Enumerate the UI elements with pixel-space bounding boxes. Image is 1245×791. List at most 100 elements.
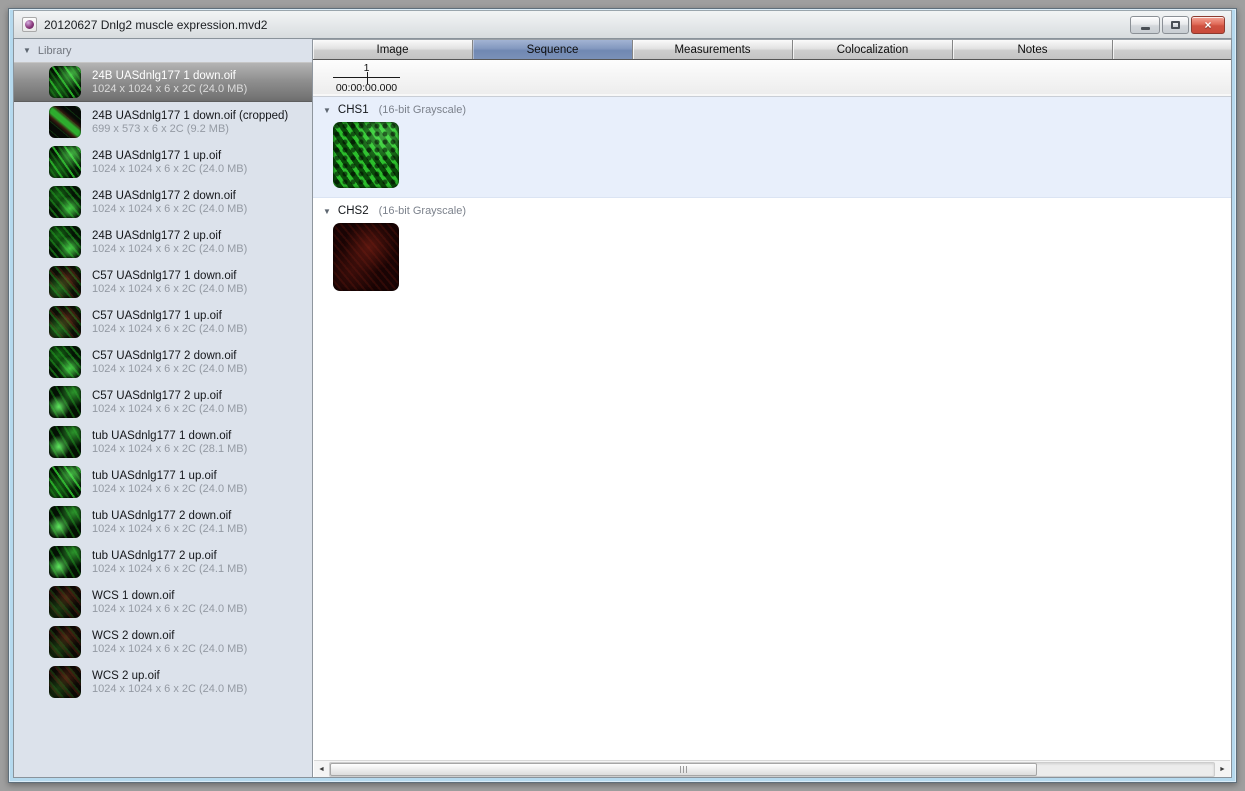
minimize-button[interactable]	[1130, 16, 1160, 34]
item-name: WCS 1 down.oif	[92, 590, 247, 602]
library-item[interactable]: C57 UASdnlg177 2 down.oif1024 x 1024 x 6…	[14, 342, 312, 382]
image-thumbnail	[49, 546, 81, 578]
image-thumbnail	[49, 506, 81, 538]
item-info: 1024 x 1024 x 6 x 2C (24.0 MB)	[92, 683, 247, 695]
item-info: 1024 x 1024 x 6 x 2C (24.0 MB)	[92, 323, 247, 335]
channel-header: ▼ CHS2 (16-bit Grayscale)	[313, 198, 1231, 217]
item-name: 24B UASdnlg177 2 up.oif	[92, 230, 247, 242]
titlebar[interactable]: 20120627 Dnlg2 muscle expression.mvd2 ×	[13, 10, 1232, 38]
library-item[interactable]: tub UASdnlg177 1 down.oif1024 x 1024 x 6…	[14, 422, 312, 462]
image-thumbnail	[49, 346, 81, 378]
image-thumbnail	[49, 186, 81, 218]
image-thumbnail	[49, 266, 81, 298]
tab-sequence[interactable]: Sequence	[473, 40, 633, 59]
scroll-left-button[interactable]: ◄	[314, 762, 329, 777]
library-item[interactable]: 24B UASdnlg177 2 up.oif1024 x 1024 x 6 x…	[14, 222, 312, 262]
library-list: 24B UASdnlg177 1 down.oif1024 x 1024 x 6…	[14, 62, 312, 777]
library-item[interactable]: 24B UASdnlg177 1 down.oif1024 x 1024 x 6…	[14, 62, 312, 102]
item-name: WCS 2 up.oif	[92, 670, 247, 682]
item-name: tub UASdnlg177 2 down.oif	[92, 510, 247, 522]
maximize-button[interactable]	[1162, 16, 1189, 34]
library-item[interactable]: C57 UASdnlg177 1 up.oif1024 x 1024 x 6 x…	[14, 302, 312, 342]
library-item[interactable]: WCS 1 down.oif1024 x 1024 x 6 x 2C (24.0…	[14, 582, 312, 622]
horizontal-scrollbar[interactable]: ◄ ►	[314, 760, 1230, 777]
item-name: 24B UASdnlg177 1 down.oif	[92, 70, 247, 82]
item-info: 1024 x 1024 x 6 x 2C (24.0 MB)	[92, 483, 247, 495]
image-thumbnail	[49, 466, 81, 498]
image-thumbnail	[49, 306, 81, 338]
timeline-axis	[333, 77, 400, 78]
window-controls: ×	[1130, 16, 1225, 34]
item-info: 1024 x 1024 x 6 x 2C (24.0 MB)	[92, 163, 247, 175]
item-name: C57 UASdnlg177 1 up.oif	[92, 310, 247, 322]
image-thumbnail	[49, 106, 81, 138]
timeline-bar[interactable]: 1 00:00:00.000	[313, 60, 1231, 97]
library-item[interactable]: WCS 2 up.oif1024 x 1024 x 6 x 2C (24.0 M…	[14, 662, 312, 702]
item-name: 24B UASdnlg177 1 down.oif (cropped)	[92, 110, 288, 122]
channel-section-chs2[interactable]: ▼ CHS2 (16-bit Grayscale)	[313, 198, 1231, 300]
tab-notes[interactable]: Notes	[953, 40, 1113, 59]
image-thumbnail	[49, 386, 81, 418]
disclosure-triangle-icon[interactable]: ▼	[323, 208, 331, 216]
tab-bar-filler	[1113, 40, 1231, 59]
item-info: 1024 x 1024 x 6 x 2C (24.0 MB)	[92, 363, 247, 375]
disclosure-triangle-icon[interactable]: ▼	[323, 107, 331, 115]
item-name: 24B UASdnlg177 2 down.oif	[92, 190, 247, 202]
image-thumbnail	[49, 66, 81, 98]
item-info: 1024 x 1024 x 6 x 2C (28.1 MB)	[92, 443, 247, 455]
item-name: WCS 2 down.oif	[92, 630, 247, 642]
tab-colocalization[interactable]: Colocalization	[793, 40, 953, 59]
library-item[interactable]: tub UASdnlg177 2 down.oif1024 x 1024 x 6…	[14, 502, 312, 542]
item-info: 1024 x 1024 x 6 x 2C (24.0 MB)	[92, 643, 247, 655]
tab-measurements[interactable]: Measurements	[633, 40, 793, 59]
tab-image[interactable]: Image	[313, 40, 473, 59]
library-item[interactable]: tub UASdnlg177 2 up.oif1024 x 1024 x 6 x…	[14, 542, 312, 582]
scroll-right-button[interactable]: ►	[1215, 762, 1230, 777]
close-icon: ×	[1204, 19, 1211, 31]
item-name: 24B UASdnlg177 1 up.oif	[92, 150, 247, 162]
item-name: C57 UASdnlg177 2 down.oif	[92, 350, 247, 362]
image-thumbnail	[49, 626, 81, 658]
library-item[interactable]: 24B UASdnlg177 1 down.oif (cropped)699 x…	[14, 102, 312, 142]
scroll-right-icon: ►	[1219, 766, 1226, 773]
item-info: 1024 x 1024 x 6 x 2C (24.0 MB)	[92, 403, 247, 415]
library-item[interactable]: WCS 2 down.oif1024 x 1024 x 6 x 2C (24.0…	[14, 622, 312, 662]
scrollbar-grip-icon	[680, 766, 688, 773]
item-name: C57 UASdnlg177 1 down.oif	[92, 270, 247, 282]
timeline-tick	[367, 72, 368, 84]
image-thumbnail	[49, 426, 81, 458]
window-content: ▼ Library 24B UASdnlg177 1 down.oif1024 …	[13, 38, 1232, 778]
channel-name: CHS1	[338, 104, 369, 116]
disclosure-triangle-icon: ▼	[23, 47, 31, 55]
timeline-marker: 1 00:00:00.000	[333, 62, 400, 94]
channel-frame-thumbnail[interactable]	[333, 223, 399, 291]
library-document-icon	[22, 17, 37, 32]
scrollbar-track[interactable]	[329, 762, 1215, 777]
minimize-icon	[1141, 27, 1150, 30]
image-thumbnail	[49, 146, 81, 178]
channel-section-chs1[interactable]: ▼ CHS1 (16-bit Grayscale)	[313, 97, 1231, 198]
item-info: 1024 x 1024 x 6 x 2C (24.1 MB)	[92, 523, 247, 535]
channel-format: (16-bit Grayscale)	[379, 205, 466, 217]
item-info: 1024 x 1024 x 6 x 2C (24.0 MB)	[92, 243, 247, 255]
library-item[interactable]: 24B UASdnlg177 1 up.oif1024 x 1024 x 6 x…	[14, 142, 312, 182]
scroll-left-icon: ◄	[318, 766, 325, 773]
library-label: Library	[38, 45, 72, 57]
library-item[interactable]: C57 UASdnlg177 1 down.oif1024 x 1024 x 6…	[14, 262, 312, 302]
channel-name: CHS2	[338, 205, 369, 217]
item-info: 1024 x 1024 x 6 x 2C (24.0 MB)	[92, 603, 247, 615]
channel-header: ▼ CHS1 (16-bit Grayscale)	[313, 97, 1231, 116]
image-thumbnail	[49, 666, 81, 698]
tab-bar: Image Sequence Measurements Colocalizati…	[313, 39, 1231, 60]
library-item[interactable]: C57 UASdnlg177 2 up.oif1024 x 1024 x 6 x…	[14, 382, 312, 422]
item-info: 1024 x 1024 x 6 x 2C (24.0 MB)	[92, 283, 247, 295]
item-name: tub UASdnlg177 1 down.oif	[92, 430, 247, 442]
library-item[interactable]: 24B UASdnlg177 2 down.oif1024 x 1024 x 6…	[14, 182, 312, 222]
channel-frame-thumbnail[interactable]	[333, 122, 399, 188]
scrollbar-thumb[interactable]	[330, 763, 1037, 776]
close-button[interactable]: ×	[1191, 16, 1225, 34]
item-info: 1024 x 1024 x 6 x 2C (24.0 MB)	[92, 83, 247, 95]
library-item[interactable]: tub UASdnlg177 1 up.oif1024 x 1024 x 6 x…	[14, 462, 312, 502]
main-panel: Image Sequence Measurements Colocalizati…	[313, 39, 1231, 777]
library-header[interactable]: ▼ Library	[14, 39, 312, 62]
